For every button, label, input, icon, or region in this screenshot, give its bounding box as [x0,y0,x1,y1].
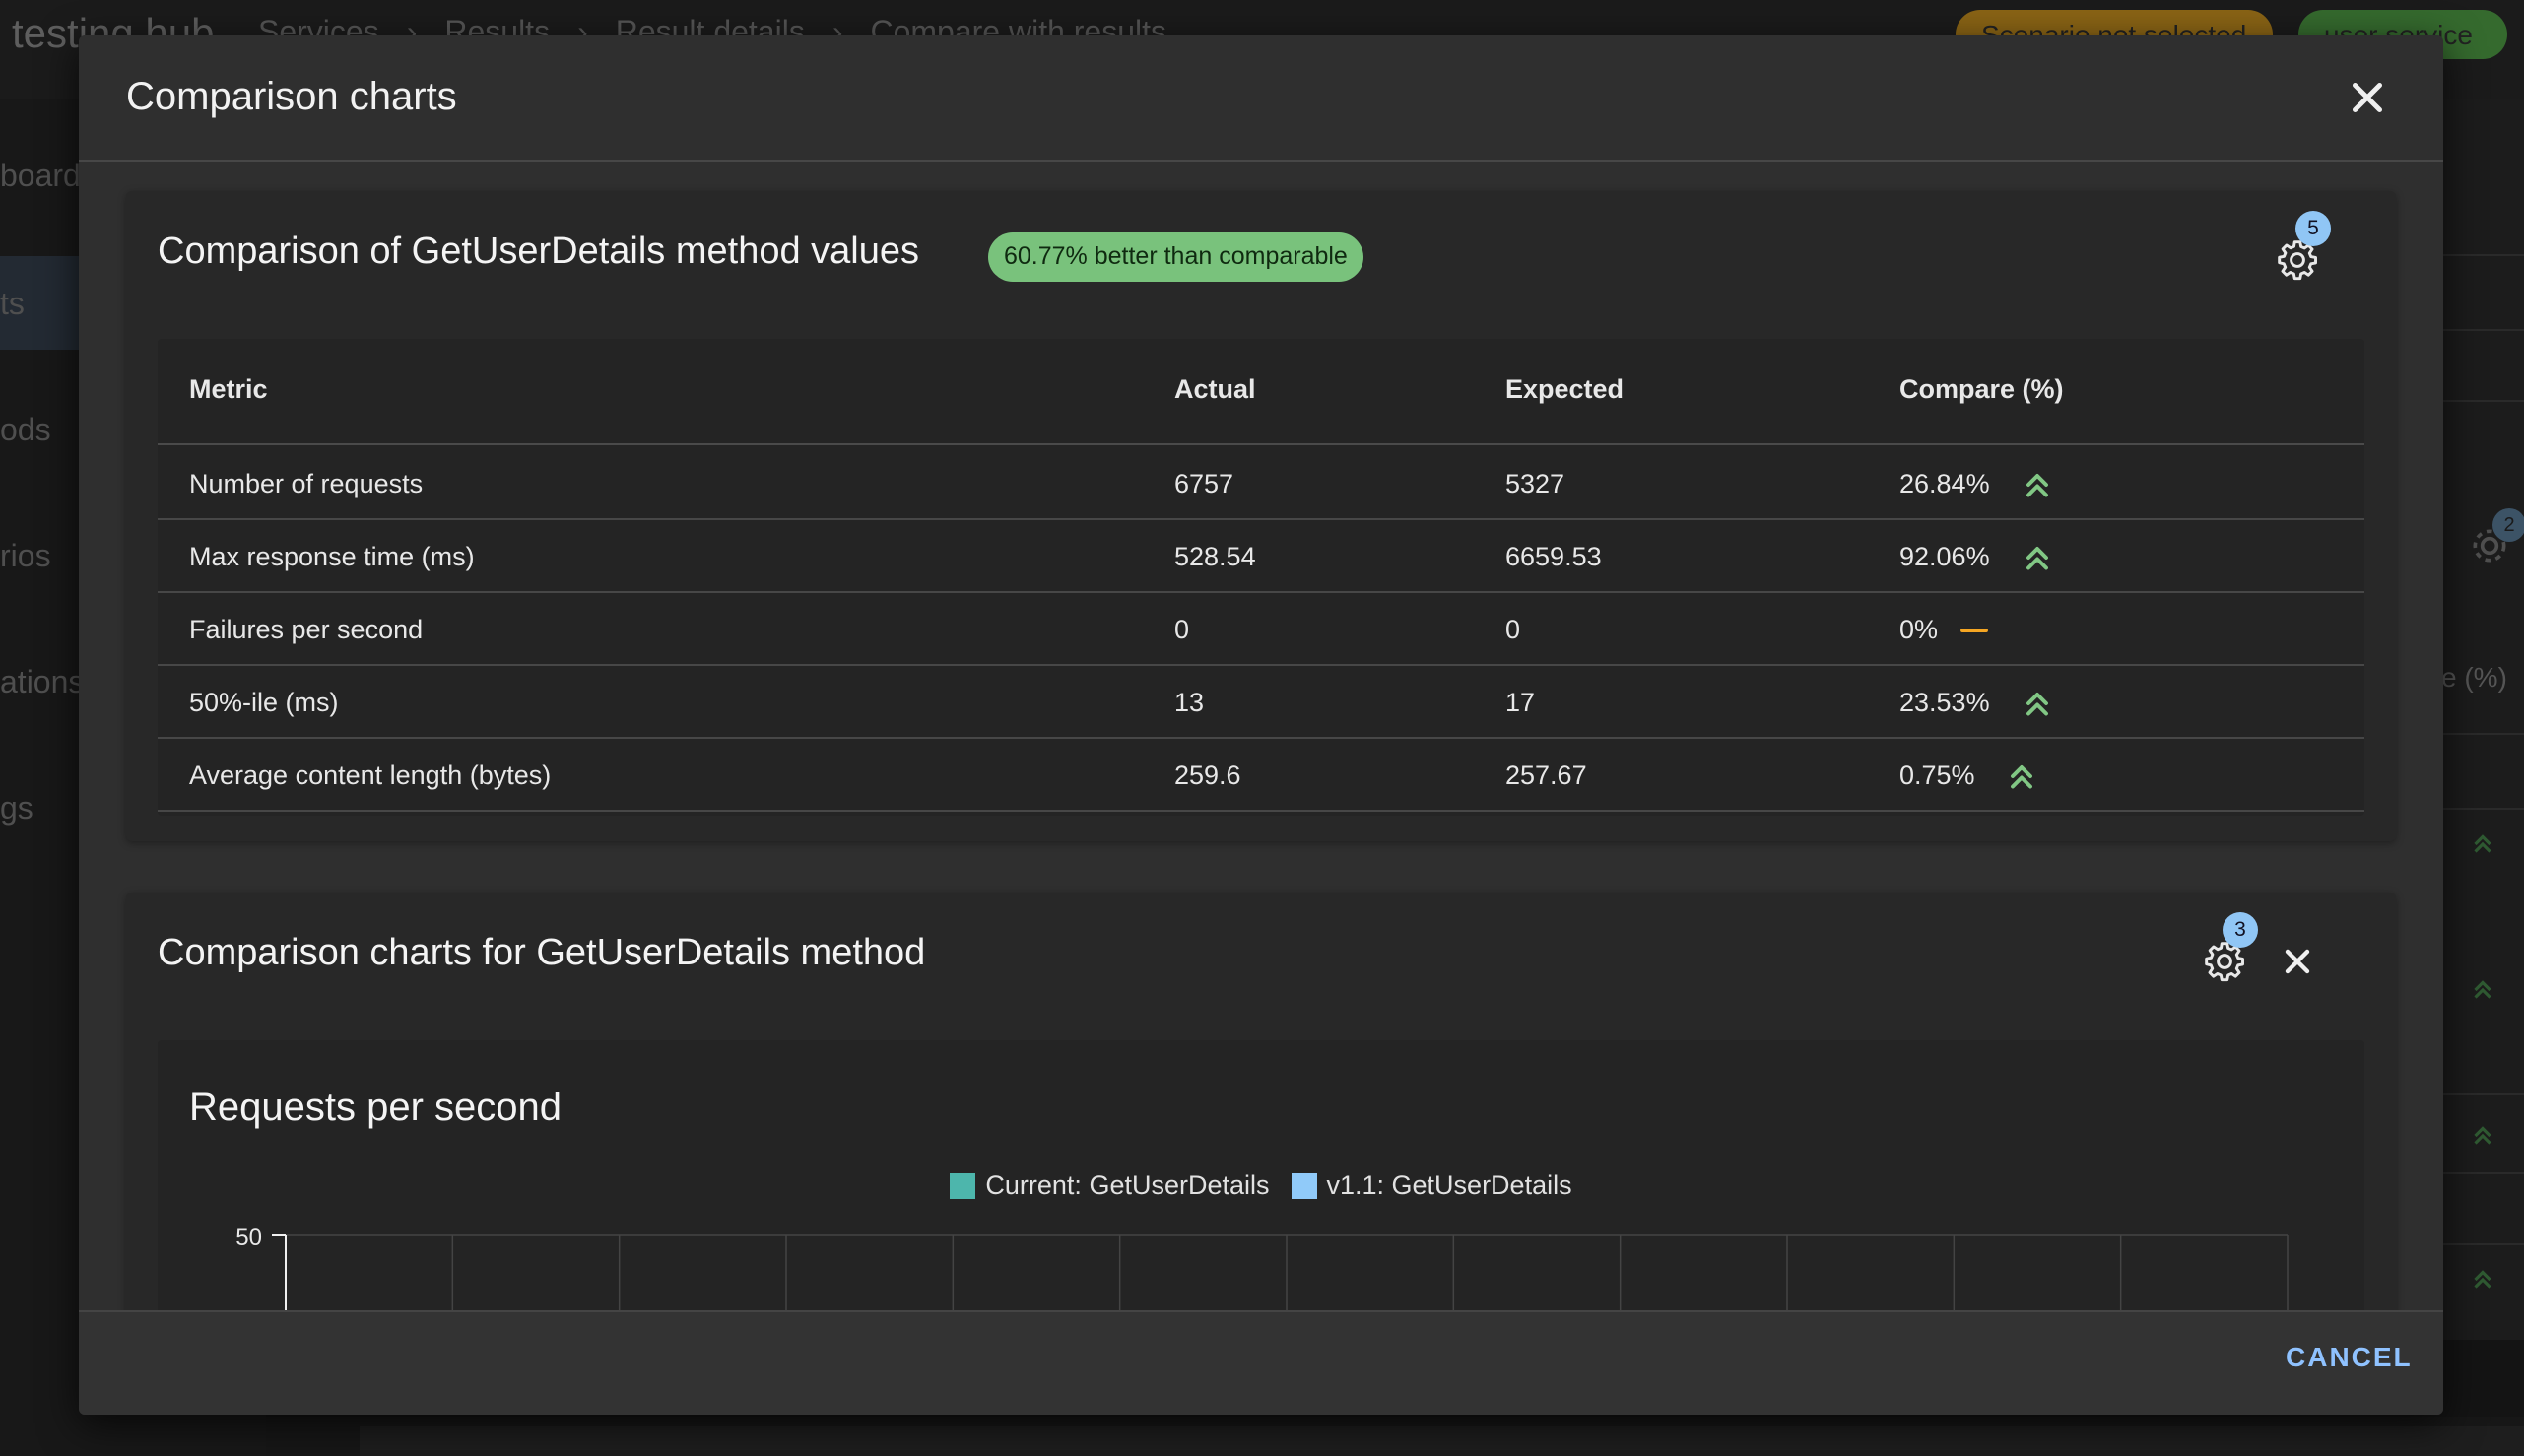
column-header-compare[interactable]: Compare (%) [1899,374,2064,405]
sidebar-item[interactable]: gs [0,790,33,827]
compare-value: 26.84% [1899,469,1990,498]
sidebar-item[interactable]: ations [0,664,84,700]
table-row: Average content length (bytes) 259.6 257… [158,739,2364,812]
method-charts-card: Comparison charts for GetUserDetails met… [126,893,2396,1346]
close-icon[interactable] [2274,938,2321,985]
double-chevron-up-icon [2026,474,2048,497]
card-title: Comparison of GetUserDetails method valu… [158,231,920,272]
requests-per-second-chart: Requests per second Current: GetUserDeta… [158,1040,2364,1346]
divider [2441,254,2524,256]
divider [2441,1243,2524,1245]
background-card [2441,99,2524,1340]
expected-value: 0 [1505,615,1521,644]
table-header: Metric Actual Expected Compare (%) [158,339,2364,445]
compare-value: 92.06% [1899,542,1990,571]
column-header: e (%) [2441,662,2507,693]
expected-value: 5327 [1505,469,1565,498]
compare-value: 0% [1899,615,1939,644]
double-chevron-up-icon [2026,693,2048,716]
chart-settings-button[interactable]: 3 [2203,912,2258,987]
actual-value: 528.54 [1174,542,1256,571]
table-row: Max response time (ms) 528.54 6659.53 92… [158,520,2364,593]
column-header-actual[interactable]: Actual [1174,374,1256,405]
dialog-footer: CANCEL [79,1310,2443,1415]
table-row: 50%-ile (ms) 13 17 23.53% [158,666,2364,739]
table-row: Failures per second 0 0 0% [158,593,2364,666]
card-title: Comparison charts for GetUserDetails met… [158,932,926,973]
double-chevron-up-icon [2474,834,2491,853]
sidebar-item[interactable]: rios [0,538,51,574]
dialog-title: Comparison charts [126,75,457,118]
compare-value: 23.53% [1899,688,1990,717]
y-tick-label: 50 [235,1224,262,1251]
actual-value: 6757 [1174,469,1234,498]
column-header-expected[interactable]: Expected [1505,374,1624,405]
divider [2441,329,2524,331]
dash-icon [1960,629,1988,632]
close-icon[interactable] [2343,73,2392,122]
settings-count-badge: 3 [2223,912,2258,948]
column-header-metric[interactable]: Metric [189,374,268,405]
expected-value: 17 [1505,688,1536,717]
actual-value: 0 [1174,615,1190,644]
dialog-body[interactable]: Comparison of GetUserDetails method valu… [79,164,2443,1346]
sidebar-item[interactable]: board [0,158,81,194]
double-chevron-up-icon [2011,765,2032,789]
method-values-card: Comparison of GetUserDetails method valu… [126,191,2396,841]
double-chevron-up-icon [2026,547,2048,570]
metric-name: Number of requests [189,469,424,498]
sidebar-item[interactable]: ts [0,286,25,322]
divider [2441,1093,2524,1095]
divider [2441,400,2524,402]
comparison-charts-dialog: Comparison charts Comparison of GetUserD… [79,35,2443,1415]
expected-value: 257.67 [1505,761,1587,790]
metric-name: Average content length (bytes) [189,761,552,790]
settings-count-badge: 2 [2492,508,2524,542]
expected-value: 6659.53 [1505,542,1602,571]
metrics-table: Metric Actual Expected Compare (%) Numbe… [158,339,2364,816]
divider [2441,808,2524,810]
metric-name: Failures per second [189,615,424,644]
actual-value: 13 [1174,688,1205,717]
compare-value: 0.75% [1899,761,1975,790]
chart-plot-area: 50 [235,1224,2289,1346]
settings-count-badge: 5 [2295,211,2331,246]
cancel-button[interactable]: CANCEL [2286,1342,2413,1373]
divider [2441,1172,2524,1174]
metric-name: 50%-ile (ms) [189,688,339,717]
sidebar-item[interactable]: ods [0,412,51,448]
metric-name: Max response time (ms) [189,542,475,571]
double-chevron-up-icon [2474,1270,2491,1289]
settings-button[interactable]: 5 [2276,211,2331,286]
double-chevron-up-icon [2474,1126,2491,1145]
comparison-result-badge: 60.77% better than comparable [988,232,1363,282]
table-row: Number of requests 6757 5327 26.84% [158,447,2364,520]
actual-value: 259.6 [1174,761,1241,790]
double-chevron-up-icon [2474,980,2491,999]
divider [2441,733,2524,735]
dialog-header: Comparison charts [79,35,2443,162]
background-footer [360,1426,2524,1456]
